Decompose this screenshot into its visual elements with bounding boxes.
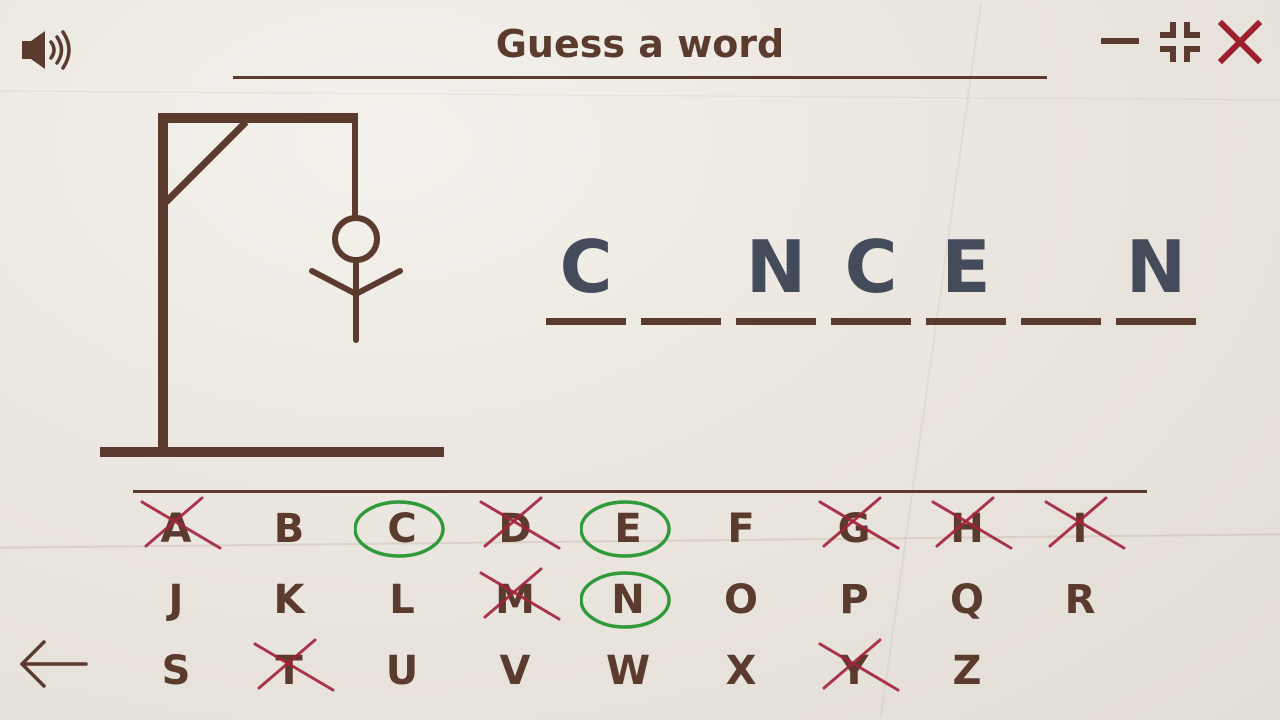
slot-letter: C: [844, 225, 898, 309]
key-label: T: [275, 648, 303, 694]
key-s[interactable]: S: [128, 638, 224, 704]
key-g[interactable]: G: [806, 496, 902, 562]
slot-underline: [831, 318, 911, 325]
key-e[interactable]: E: [580, 496, 676, 562]
key-label: M: [495, 577, 535, 623]
key-label: V: [499, 648, 531, 694]
key-label: W: [605, 648, 651, 694]
back-arrow-icon[interactable]: [16, 636, 90, 692]
key-o[interactable]: O: [693, 567, 789, 633]
key-label: Y: [839, 648, 869, 694]
key-w[interactable]: W: [580, 638, 676, 704]
key-t[interactable]: T: [241, 638, 337, 704]
key-m[interactable]: M: [467, 567, 563, 633]
key-f[interactable]: F: [693, 496, 789, 562]
key-label: L: [389, 577, 415, 623]
key-r[interactable]: R: [1032, 567, 1128, 633]
key-label: F: [727, 506, 755, 552]
key-label: U: [385, 648, 419, 694]
key-i[interactable]: I: [1032, 496, 1128, 562]
key-label: Z: [952, 648, 982, 694]
key-c[interactable]: C: [354, 496, 450, 562]
key-j[interactable]: J: [128, 567, 224, 633]
letter-slot: N: [1116, 222, 1196, 326]
key-label: H: [950, 506, 984, 552]
minimize-icon[interactable]: [1098, 20, 1142, 64]
letter-slot: C: [831, 222, 911, 326]
slot-underline: [546, 318, 626, 325]
slot-underline: [926, 318, 1006, 325]
key-v[interactable]: V: [467, 638, 563, 704]
key-label: Q: [949, 577, 984, 623]
letter-slot: [641, 222, 721, 326]
key-label: E: [614, 506, 642, 552]
hangman-head: [332, 215, 380, 263]
letter-slot: [1021, 222, 1101, 326]
key-label: A: [160, 506, 192, 552]
slot-letter: N: [1125, 225, 1187, 309]
key-label: C: [387, 506, 417, 552]
key-n[interactable]: N: [580, 567, 676, 633]
gallows-brace: [163, 119, 249, 205]
slot-letter: N: [745, 225, 807, 309]
key-label: B: [273, 506, 305, 552]
slot-underline: [1116, 318, 1196, 325]
key-label: G: [837, 506, 871, 552]
hangman-left-arm: [309, 268, 359, 297]
key-label: D: [498, 506, 532, 552]
hangman-gallows: [96, 108, 456, 468]
key-label: O: [723, 577, 758, 623]
key-label: K: [273, 577, 305, 623]
key-k[interactable]: K: [241, 567, 337, 633]
key-d[interactable]: D: [467, 496, 563, 562]
key-z[interactable]: Z: [919, 638, 1015, 704]
letter-slot: E: [926, 222, 1006, 326]
slot-letter: C: [559, 225, 613, 309]
keyboard-divider: [133, 490, 1147, 493]
key-x[interactable]: X: [693, 638, 789, 704]
key-a[interactable]: A: [128, 496, 224, 562]
slot-underline: [736, 318, 816, 325]
sound-icon[interactable]: [18, 26, 76, 74]
slot-underline: [641, 318, 721, 325]
letter-slot: N: [736, 222, 816, 326]
key-label: I: [1072, 506, 1088, 552]
title-divider: [233, 76, 1047, 79]
key-l[interactable]: L: [354, 567, 450, 633]
page-title: Guess a word: [495, 22, 785, 66]
key-label: N: [611, 577, 645, 623]
slot-letter: E: [941, 225, 991, 309]
key-h[interactable]: H: [919, 496, 1015, 562]
key-label: J: [168, 577, 184, 623]
key-q[interactable]: Q: [919, 567, 1015, 633]
key-u[interactable]: U: [354, 638, 450, 704]
hangman-right-arm: [353, 268, 403, 297]
key-p[interactable]: P: [806, 567, 902, 633]
restore-window-icon[interactable]: [1158, 20, 1202, 64]
key-label: P: [839, 577, 869, 623]
slot-underline: [1021, 318, 1101, 325]
key-y[interactable]: Y: [806, 638, 902, 704]
key-b[interactable]: B: [241, 496, 337, 562]
letter-keyboard: A B C D E F G H I J K L M N O P Q R S T U V W X Y Z: [128, 496, 1148, 716]
close-icon[interactable]: [1216, 18, 1264, 66]
key-label: R: [1064, 577, 1096, 623]
letter-slot: C: [546, 222, 626, 326]
key-label: S: [161, 648, 191, 694]
key-label: X: [725, 648, 757, 694]
